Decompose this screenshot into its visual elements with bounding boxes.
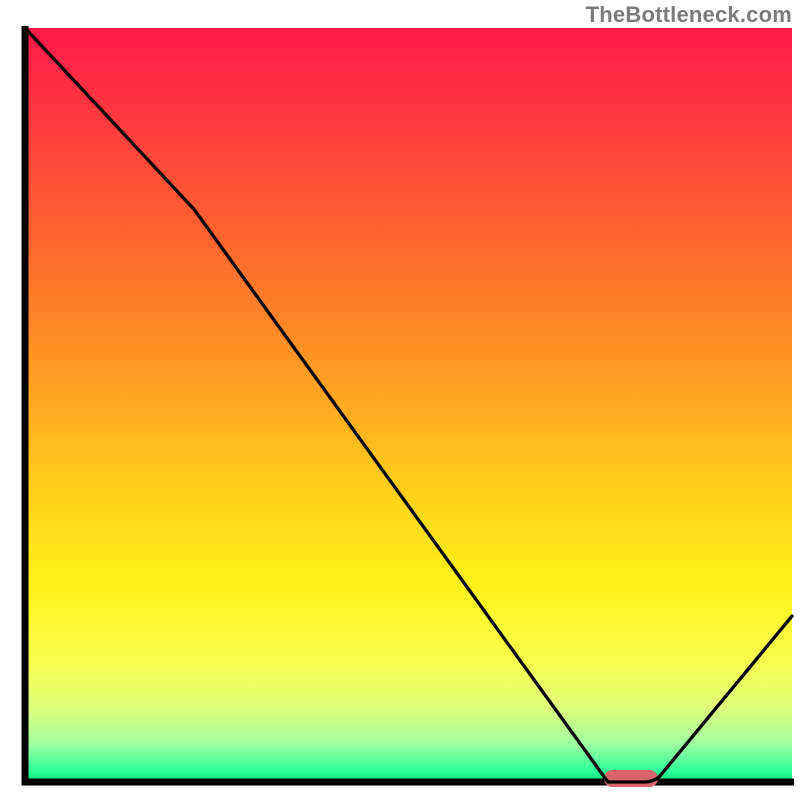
plot-background [25,28,792,782]
chart-container: TheBottleneck.com [0,0,800,800]
chart-svg [0,0,800,800]
baseline-marker [604,770,658,787]
